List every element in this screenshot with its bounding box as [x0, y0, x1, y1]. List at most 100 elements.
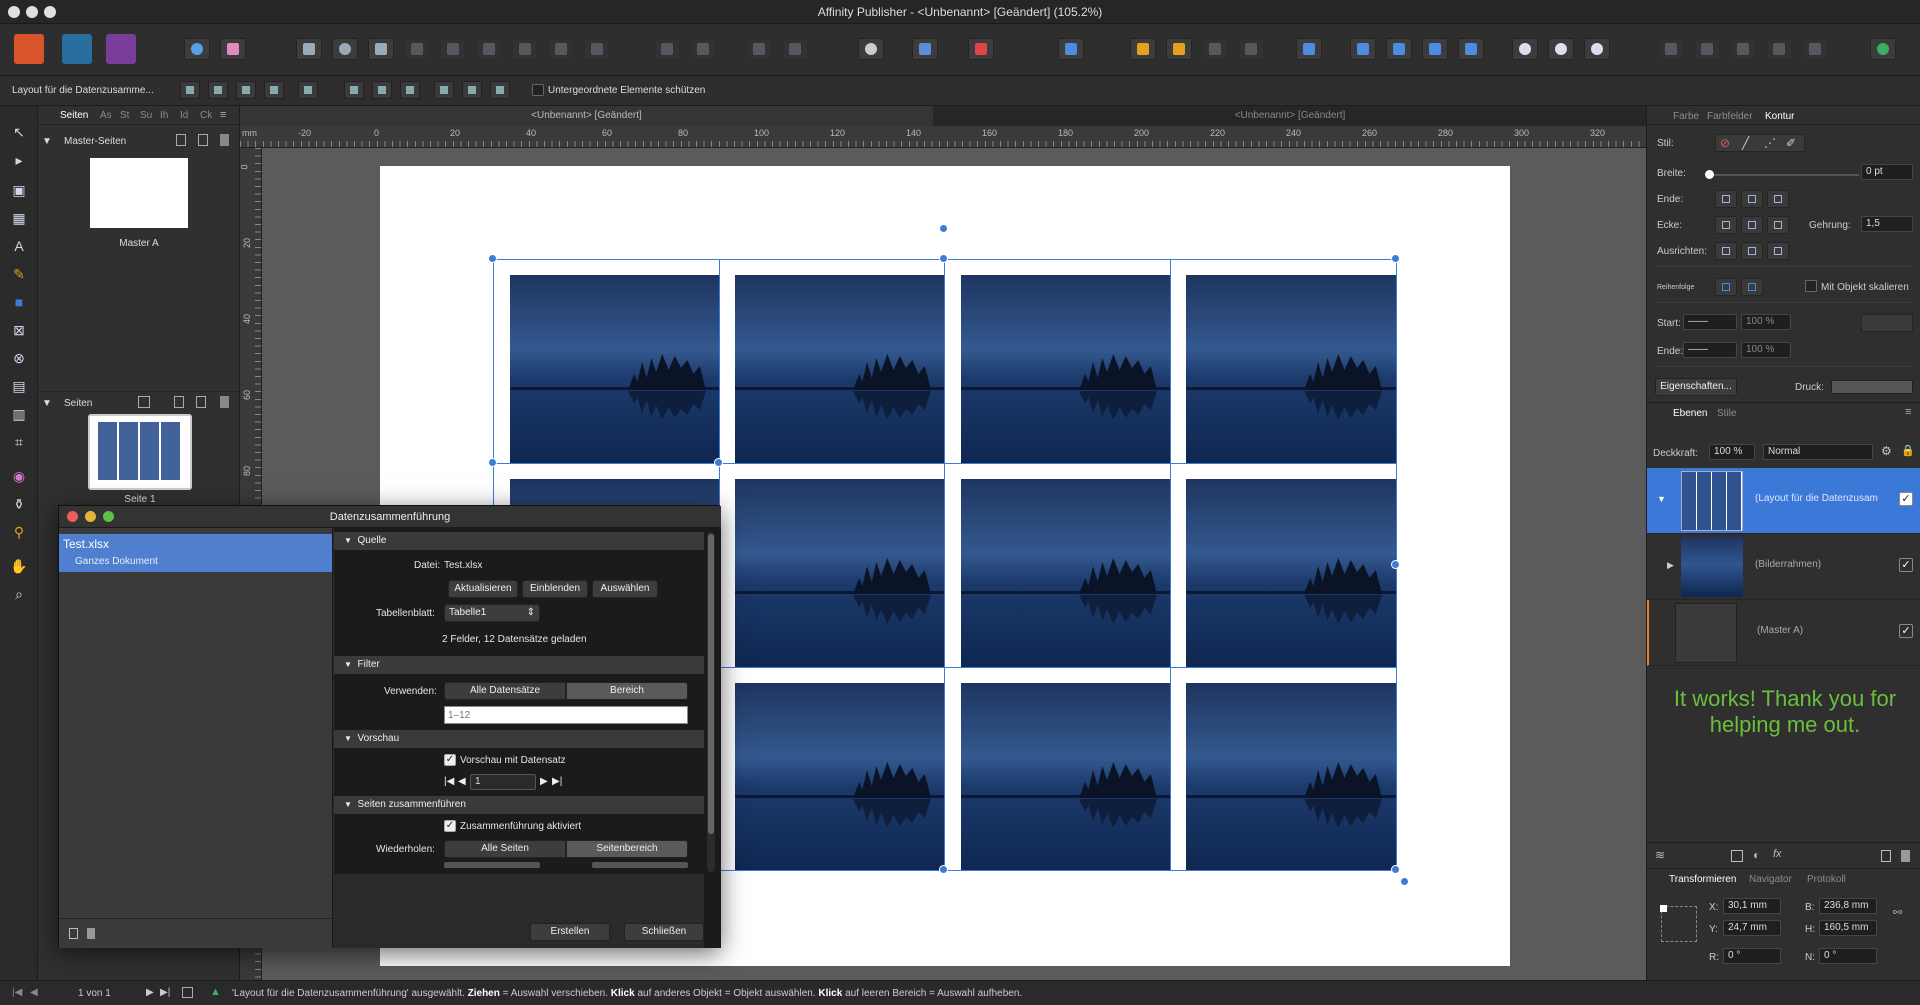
auswaehlen-button[interactable]: Auswählen	[592, 580, 658, 598]
arrange-forward-icon[interactable]	[1166, 38, 1192, 60]
end-scale-field[interactable]: 100 %	[1741, 342, 1791, 358]
prev-page-icon[interactable]: ◀	[30, 987, 38, 998]
bereich-option[interactable]: Bereich	[566, 682, 688, 700]
doc-tab-1[interactable]: <Unbenannt> [Geändert]	[240, 106, 933, 126]
align-left-ctx-icon[interactable]	[344, 81, 364, 99]
designer-persona-icon[interactable]	[62, 34, 92, 64]
picture-frame[interactable]	[961, 275, 1171, 463]
adjustment-icon[interactable]: ◐	[1753, 848, 1760, 862]
arrange-back-icon[interactable]	[1130, 38, 1156, 60]
picture-frame[interactable]	[510, 275, 720, 463]
order-behind-icon[interactable]	[1715, 278, 1737, 296]
dialog-zoom-button[interactable]	[103, 511, 114, 522]
align-left-icon[interactable]	[1296, 38, 1322, 60]
pin-icon[interactable]	[746, 38, 772, 60]
selection-handle[interactable]	[1400, 877, 1409, 886]
hide-icon[interactable]	[208, 81, 228, 99]
tab-navigator[interactable]: Navigator	[1749, 874, 1792, 885]
picture-frame[interactable]	[961, 683, 1171, 871]
end-arrow-select[interactable]: ——	[1683, 342, 1737, 358]
arrow-swap-buttons[interactable]	[1861, 314, 1913, 332]
prev-record-button[interactable]: ◀	[458, 776, 466, 787]
alle-seiten-option[interactable]: Alle Seiten	[444, 840, 566, 858]
tab-su[interactable]: Su	[140, 110, 152, 121]
order-front-icon[interactable]	[1741, 278, 1763, 296]
join-round-icon[interactable]	[1741, 216, 1763, 234]
color-picker-tool-icon[interactable]: ◉	[9, 466, 29, 486]
tab-stile[interactable]: Stile	[1717, 408, 1736, 419]
layer-row-bilderrahmen[interactable]: ▶ (Bilderrahmen) ✓	[1647, 534, 1920, 600]
transform-origin-icon[interactable]	[180, 81, 200, 99]
section-seiten[interactable]: ▼ Seiten zusammenführen	[334, 796, 704, 814]
einblenden-button[interactable]: Einblenden	[522, 580, 588, 598]
add-page-icon[interactable]	[174, 396, 184, 408]
tab-kontur[interactable]: Kontur	[1765, 111, 1794, 122]
geo2-icon[interactable]	[1694, 38, 1720, 60]
picture-frame[interactable]	[735, 479, 945, 667]
pin2-icon[interactable]	[782, 38, 808, 60]
mit-objekt-checkbox[interactable]	[1805, 280, 1817, 292]
pages-section-toggle[interactable]: ▼	[42, 398, 52, 409]
panel-menu-icon[interactable]: ≡	[220, 109, 226, 121]
range-end-stepper[interactable]	[592, 862, 688, 868]
layer-expand-icon[interactable]: ▼	[1657, 494, 1666, 504]
duplicate-page-icon[interactable]	[196, 396, 206, 408]
range-input[interactable]	[444, 706, 688, 724]
account-icon[interactable]	[1870, 38, 1896, 60]
breite-field[interactable]: 0 pt	[1861, 164, 1913, 180]
wrap2-icon[interactable]	[548, 38, 574, 60]
rectangle-tool-icon[interactable]: ■	[9, 292, 29, 312]
next-page-icon[interactable]: ▶	[146, 987, 154, 998]
tab-ck[interactable]: Ck	[200, 110, 212, 121]
aktualisieren-button[interactable]: Aktualisieren	[448, 580, 518, 598]
rotation-field[interactable]: 0 °	[1723, 948, 1781, 964]
eigenschaften-button[interactable]: Eigenschaften...	[1655, 378, 1737, 396]
section-vorschau[interactable]: ▼ Vorschau	[334, 730, 704, 748]
move-icon[interactable]	[236, 81, 256, 99]
wrap-icon[interactable]	[512, 38, 538, 60]
alle-datensaetze-option[interactable]: Alle Datensätze	[444, 682, 566, 700]
align-right-ctx-icon[interactable]	[400, 81, 420, 99]
last-page-icon[interactable]: ▶|	[160, 987, 170, 998]
join-bevel-icon[interactable]	[1767, 216, 1789, 234]
text-frame-tool-icon[interactable]: ▣	[9, 180, 29, 200]
dialog-scrollbar[interactable]	[707, 532, 715, 872]
data-source-item[interactable]: Test.xlsx Ganzes Dokument	[59, 534, 332, 572]
no-stroke-icon[interactable]: ⊘	[1720, 136, 1730, 150]
preflight-status-icon[interactable]: ▲	[210, 986, 221, 998]
rotate2-icon[interactable]	[1458, 38, 1484, 60]
master-options-icon[interactable]	[176, 134, 186, 146]
start-scale-field[interactable]: 100 %	[1741, 314, 1791, 330]
erstellen-button[interactable]: Erstellen	[530, 923, 610, 941]
cap-round-icon[interactable]	[1741, 190, 1763, 208]
shear-field[interactable]: 0 °	[1819, 948, 1877, 964]
node-tool-icon[interactable]: ▸	[9, 150, 29, 170]
dashed-stroke-icon[interactable]: ⋰	[1764, 136, 1776, 150]
crop-tool-icon[interactable]: ⌗	[9, 432, 29, 452]
picture-frame[interactable]	[1186, 683, 1396, 871]
cap-butt-icon[interactable]	[1715, 190, 1737, 208]
page-thumbnail[interactable]	[88, 414, 192, 490]
align-center-stroke-icon[interactable]	[1741, 242, 1763, 260]
layer-row-master-a[interactable]: (Master A) ✓	[1647, 600, 1920, 666]
ellipse-frame-tool-icon[interactable]: ⊗	[9, 348, 29, 368]
schliessen-button[interactable]: Schließen	[624, 923, 704, 941]
picture-frame[interactable]	[1186, 275, 1396, 463]
start-arrow-select[interactable]: ——	[1683, 314, 1737, 330]
selection-handle[interactable]	[939, 254, 948, 263]
transparency-tool-icon[interactable]: ⚲	[9, 522, 29, 542]
brush-stroke-icon[interactable]: ✐	[1786, 136, 1796, 150]
merge-enabled-checkbox[interactable]: ✓	[444, 820, 456, 832]
next-record-button[interactable]: ▶	[540, 776, 548, 787]
section-quelle[interactable]: ▼ Quelle	[334, 532, 704, 550]
range-start-stepper[interactable]	[444, 862, 540, 868]
add-master-icon[interactable]	[198, 134, 208, 146]
protect-checkbox[interactable]	[532, 84, 544, 96]
preflight-icon[interactable]	[296, 38, 322, 60]
tabellenblatt-select[interactable]: Tabelle1 ⇕	[444, 604, 540, 622]
preview-eye-icon[interactable]	[858, 38, 884, 60]
bleed-icon[interactable]	[368, 38, 394, 60]
share-icon[interactable]	[184, 38, 210, 60]
layer-row-datenzusammenfuehrung[interactable]: ▼ (Layout für die Datenzusam ✓	[1647, 468, 1920, 534]
geo5-icon[interactable]	[1802, 38, 1828, 60]
